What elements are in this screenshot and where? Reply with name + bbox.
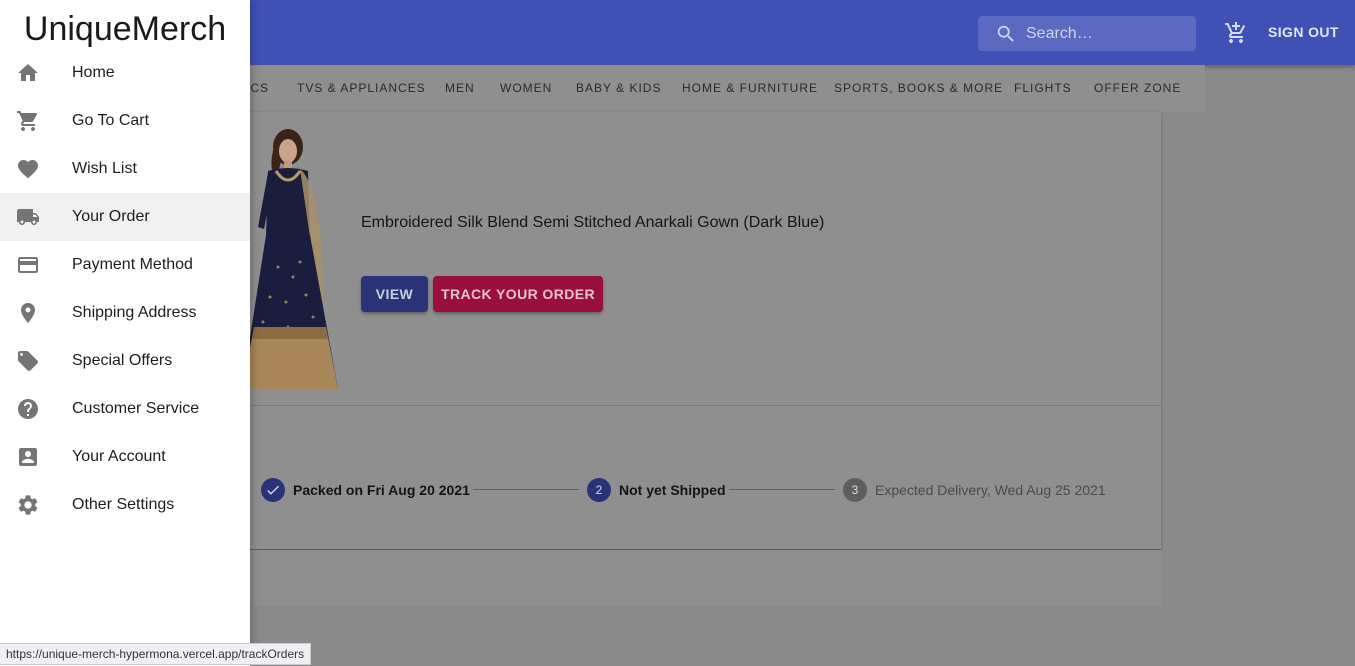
category-flights[interactable]: FLIGHTS [1014,81,1072,95]
view-button[interactable]: VIEW [361,276,428,312]
drawer-item-label: Go To Cart [72,112,150,129]
category-baby-kids[interactable]: BABY & KIDS [576,81,661,95]
search-box[interactable] [978,16,1196,51]
tag-icon [16,349,40,373]
drawer-item-account[interactable]: Your Account [0,433,250,481]
step-packed: Packed on Fri Aug 20 2021 [261,478,470,502]
drawer-item-label: Other Settings [72,496,175,513]
drawer-item-your-order[interactable]: Your Order [0,193,250,241]
drawer-item-payment[interactable]: Payment Method [0,241,250,289]
category-women[interactable]: WOMEN [500,81,552,95]
drawer-item-wishlist[interactable]: Wish List [0,145,250,193]
step-number: 3 [843,478,867,502]
gear-icon [16,493,40,517]
step-label: Packed on Fri Aug 20 2021 [293,482,470,498]
drawer-item-label: Your Order [72,208,150,225]
drawer-item-label: Special Offers [72,352,173,369]
step-connector [729,489,835,490]
drawer-item-home[interactable]: Home [0,49,250,97]
cart-icon [16,109,40,133]
home-icon [16,61,40,85]
link-status-bar: https://unique-merch-hypermona.vercel.ap… [0,643,312,665]
step-label: Expected Delivery, Wed Aug 25 2021 [875,482,1106,498]
heart-icon [16,157,40,181]
drawer-item-offers[interactable]: Special Offers [0,337,250,385]
search-input[interactable] [1026,24,1186,43]
location-pin-icon [16,301,40,325]
category-offer-zone[interactable]: OFFER ZONE [1094,81,1181,95]
drawer-item-label: Payment Method [72,256,193,273]
drawer-item-label: Shipping Address [72,304,197,321]
step-shipping: 2 Not yet Shipped [587,478,726,502]
account-box-icon [16,445,40,469]
drawer-item-customer-service[interactable]: Customer Service [0,385,250,433]
step-delivery: 3 Expected Delivery, Wed Aug 25 2021 [843,478,1106,502]
category-home-furniture[interactable]: HOME & FURNITURE [682,81,818,95]
check-icon [261,478,285,502]
category-men[interactable]: MEN [445,81,475,95]
category-sports-books[interactable]: SPORTS, BOOKS & MORE [834,81,1003,95]
sign-out-button[interactable]: SIGN OUT [1262,22,1345,44]
product-image [238,127,342,392]
help-icon [16,397,40,421]
step-label: Not yet Shipped [619,482,726,498]
category-tvs-appliances[interactable]: TVS & APPLIANCES [297,81,426,95]
credit-card-icon [16,253,40,277]
track-order-button[interactable]: TRACK YOUR ORDER [433,276,603,312]
brand-logo[interactable]: UniqueMerch [0,10,250,49]
truck-icon [16,205,40,229]
drawer-item-label: Customer Service [72,400,200,417]
drawer-item-label: Wish List [72,160,137,177]
product-title: Embroidered Silk Blend Semi Stitched Ana… [361,214,825,231]
step-number: 2 [587,478,611,502]
drawer-item-label: Your Account [72,448,166,465]
drawer-item-cart[interactable]: Go To Cart [0,97,250,145]
step-connector [473,489,579,490]
navigation-drawer: UniqueMerch Home Go To Cart Wish List Yo… [0,0,250,666]
add-shopping-cart-icon[interactable] [1222,19,1250,47]
drawer-item-settings[interactable]: Other Settings [0,481,250,529]
drawer-item-label: Home [72,64,115,81]
search-icon [994,22,1018,46]
drawer-item-shipping[interactable]: Shipping Address [0,289,250,337]
